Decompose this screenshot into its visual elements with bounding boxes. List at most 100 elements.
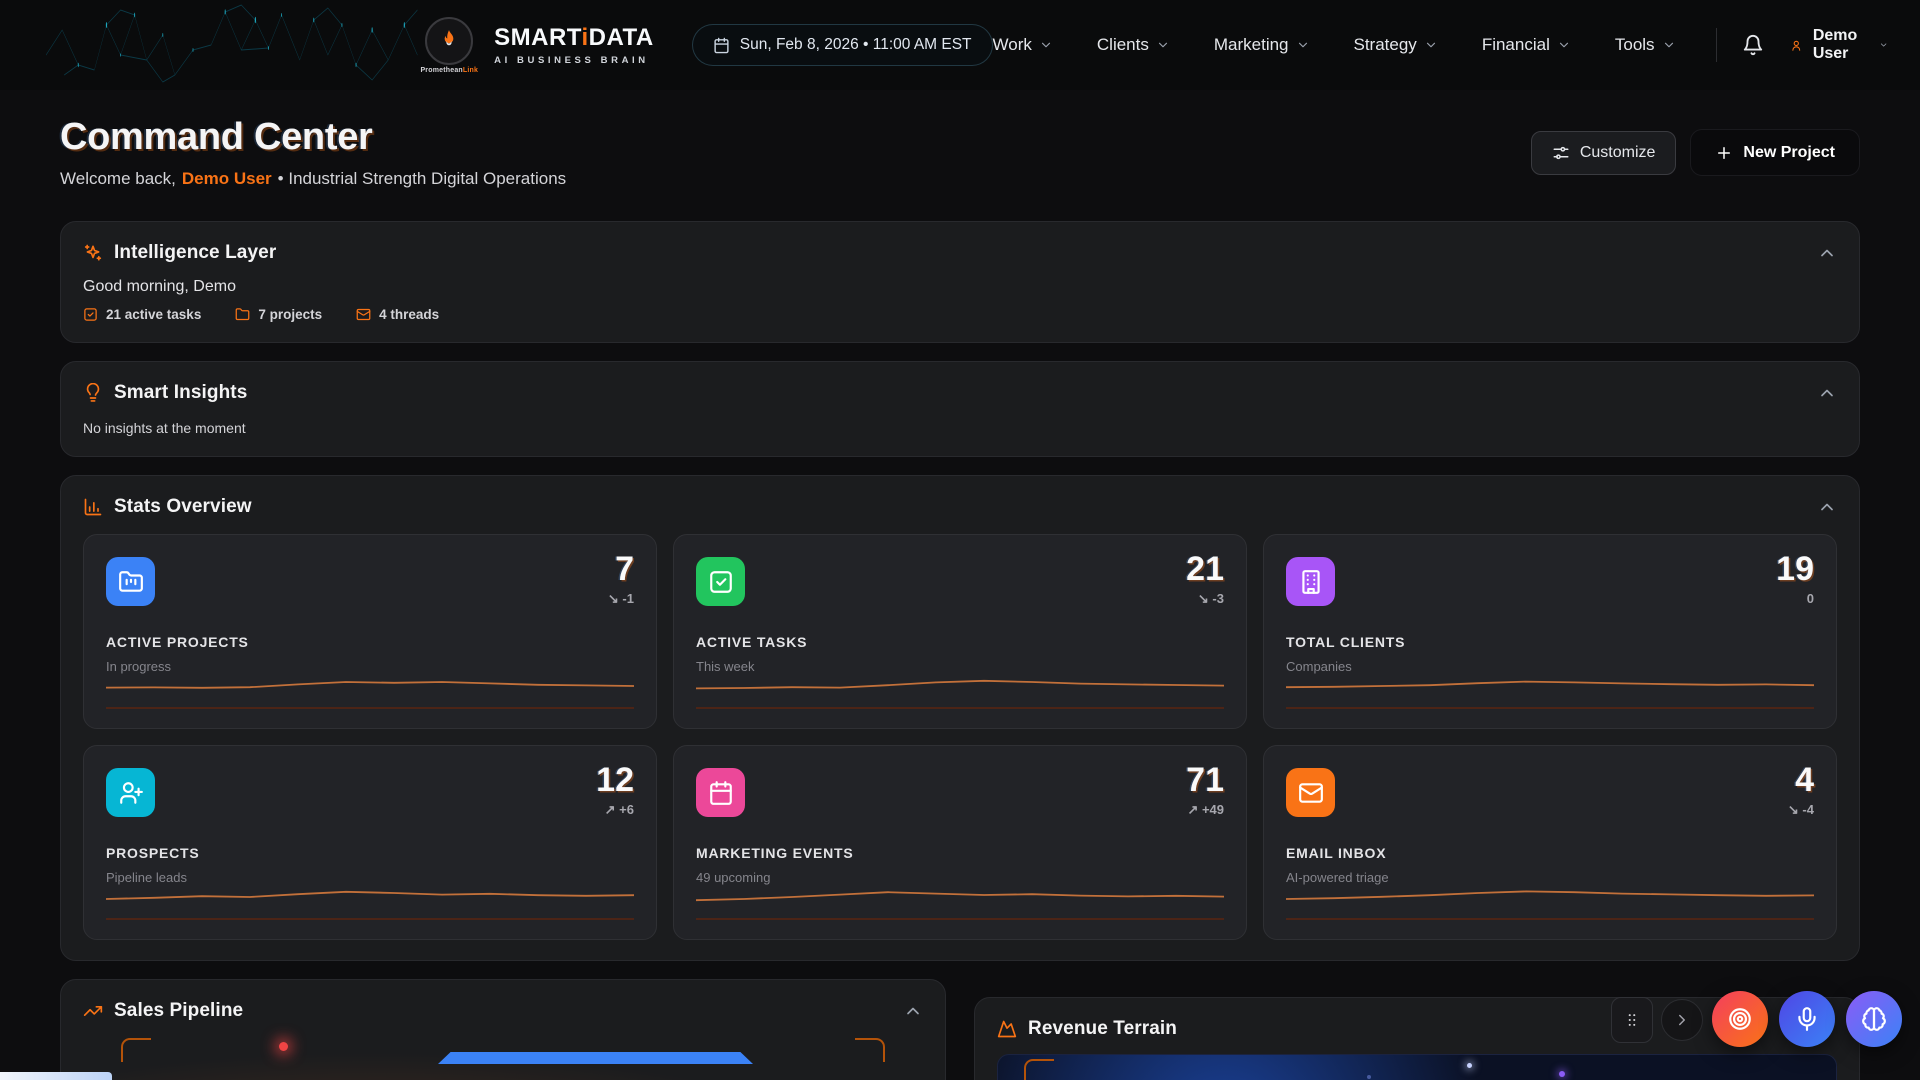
stat-label: ACTIVE PROJECTS xyxy=(106,634,634,650)
meta-label: 4 threads xyxy=(379,307,439,322)
folder-icon xyxy=(235,307,250,322)
stat-delta: ↘ -3 xyxy=(1186,591,1224,607)
mic-icon xyxy=(1794,1006,1820,1032)
nav-item-tools[interactable]: Tools xyxy=(1615,35,1676,55)
chevron-up-icon xyxy=(1817,383,1837,403)
chevron-up-icon xyxy=(1817,497,1837,517)
stat-label: PROSPECTS xyxy=(106,845,634,861)
header-divider xyxy=(1716,28,1717,62)
chevron-right-icon xyxy=(1673,1011,1691,1029)
stat-icon-tile xyxy=(1286,557,1335,606)
stat-icon-tile xyxy=(696,768,745,817)
trending-up-icon xyxy=(83,1001,103,1021)
grid-dots-icon xyxy=(1623,1011,1641,1029)
stat-label: MARKETING EVENTS xyxy=(696,845,1224,861)
chart-corner-bracket xyxy=(121,1038,151,1062)
notifications-button[interactable] xyxy=(1742,34,1764,56)
collapse-intelligence-button[interactable] xyxy=(1817,243,1837,263)
nav-item-label: Clients xyxy=(1097,35,1149,55)
stats-grid: 7 ↘ -1 ACTIVE PROJECTS In progress 21 ↘ … xyxy=(83,534,1837,940)
sales-pipeline-card: Sales Pipeline xyxy=(60,979,946,1080)
greeting-text: Good morning, Demo xyxy=(83,278,1837,296)
brand-logo[interactable]: PrometheanLink xyxy=(420,17,478,74)
pipeline-stage-bar xyxy=(438,1052,753,1064)
folder-kanban-icon xyxy=(118,569,144,595)
stat-icon-tile xyxy=(696,557,745,606)
bar-chart-icon xyxy=(83,497,103,517)
brain-icon xyxy=(1861,1006,1887,1032)
terrain-star-dot xyxy=(1467,1063,1472,1068)
stat-card[interactable]: 19 0 TOTAL CLIENTS Companies xyxy=(1263,534,1837,729)
partial-overlay xyxy=(0,1072,112,1080)
flame-icon xyxy=(425,17,473,65)
stat-sparkline xyxy=(1286,670,1814,710)
stat-value: 71 xyxy=(1186,762,1224,799)
stat-card[interactable]: 7 ↘ -1 ACTIVE PROJECTS In progress xyxy=(83,534,657,729)
stat-sparkline xyxy=(696,670,1224,710)
insights-empty-message: No insights at the moment xyxy=(83,420,1837,436)
revenue-terrain-chart[interactable] xyxy=(997,1054,1837,1080)
sliders-icon xyxy=(1552,144,1570,162)
stat-card[interactable]: 71 ↗ +49 MARKETING EVENTS 49 upcoming xyxy=(673,745,1247,940)
chevron-down-icon xyxy=(1879,38,1888,52)
sales-pipeline-chart[interactable] xyxy=(83,1036,923,1080)
nav-item-label: Tools xyxy=(1615,35,1655,55)
stat-card[interactable]: 12 ↗ +6 PROSPECTS Pipeline leads xyxy=(83,745,657,940)
nav-item-label: Marketing xyxy=(1214,35,1289,55)
nav-item-clients[interactable]: Clients xyxy=(1097,35,1170,55)
brain-fab-button[interactable] xyxy=(1846,991,1902,1047)
chevron-down-icon xyxy=(1557,38,1571,52)
customize-button[interactable]: Customize xyxy=(1531,131,1677,175)
intelligence-layer-title: Intelligence Layer xyxy=(114,242,276,264)
new-project-button[interactable]: New Project xyxy=(1690,129,1860,176)
stat-icon-tile xyxy=(1286,768,1335,817)
chevron-down-icon xyxy=(1039,38,1053,52)
stat-value: 4 xyxy=(1788,762,1814,799)
terrain-star-dot xyxy=(1559,1071,1565,1077)
plus-icon xyxy=(1715,144,1733,162)
mic-fab-button[interactable] xyxy=(1779,991,1835,1047)
nav-item-strategy[interactable]: Strategy xyxy=(1354,35,1438,55)
network-background xyxy=(34,0,420,90)
meta-item: 21 active tasks xyxy=(83,307,201,322)
chart-corner-bracket xyxy=(1024,1059,1054,1080)
meta-label: 7 projects xyxy=(258,307,322,322)
mail-icon xyxy=(1298,780,1324,806)
stat-card[interactable]: 21 ↘ -3 ACTIVE TASKS This week xyxy=(673,534,1247,729)
calendar-icon xyxy=(713,37,730,54)
nav-item-label: Financial xyxy=(1482,35,1550,55)
mail-icon xyxy=(356,307,371,322)
logo-caption: PrometheanLink xyxy=(420,67,478,74)
expand-panel-button[interactable] xyxy=(1661,999,1703,1041)
datetime-display: Sun, Feb 8, 2026 • 11:00 AM EST xyxy=(692,24,993,66)
stat-delta: ↘ -4 xyxy=(1788,802,1814,818)
user-name: Demo User xyxy=(1813,27,1869,63)
nav-item-financial[interactable]: Financial xyxy=(1482,35,1571,55)
collapse-stats-button[interactable] xyxy=(1817,497,1837,517)
stat-label: TOTAL CLIENTS xyxy=(1286,634,1814,650)
pipeline-marker-dot xyxy=(279,1042,288,1051)
stat-delta: ↘ -1 xyxy=(608,591,634,607)
nav-item-work[interactable]: Work xyxy=(993,35,1053,55)
collapse-sales-button[interactable] xyxy=(903,1001,923,1021)
nav-item-marketing[interactable]: Marketing xyxy=(1214,35,1310,55)
sparkles-icon xyxy=(83,243,103,263)
check-square-icon xyxy=(708,569,734,595)
stat-card[interactable]: 4 ↘ -4 EMAIL INBOX AI-powered triage xyxy=(1263,745,1837,940)
brand-wordmark: SMARTiDATA AI BUSINESS BRAIN xyxy=(494,24,654,66)
chevron-down-icon xyxy=(1662,38,1676,52)
stats-overview-card: Stats Overview 7 ↘ -1 ACTIVE PROJECTS In… xyxy=(60,475,1860,961)
stat-value: 12 xyxy=(596,762,634,799)
widget-grid-button[interactable] xyxy=(1611,997,1653,1043)
terrain-star-dot xyxy=(1367,1075,1371,1079)
user-menu[interactable]: Demo User xyxy=(1790,27,1888,63)
chevron-down-icon xyxy=(1424,38,1438,52)
intelligence-meta-row: 21 active tasks 7 projects 4 threads xyxy=(83,307,1837,322)
stat-sparkline xyxy=(1286,881,1814,921)
target-fab-button[interactable] xyxy=(1712,991,1768,1047)
stat-delta: 0 xyxy=(1776,591,1814,606)
page-title: Command Center xyxy=(60,116,566,159)
nav-item-label: Work xyxy=(993,35,1032,55)
lightbulb-icon xyxy=(83,383,103,403)
collapse-insights-button[interactable] xyxy=(1817,383,1837,403)
